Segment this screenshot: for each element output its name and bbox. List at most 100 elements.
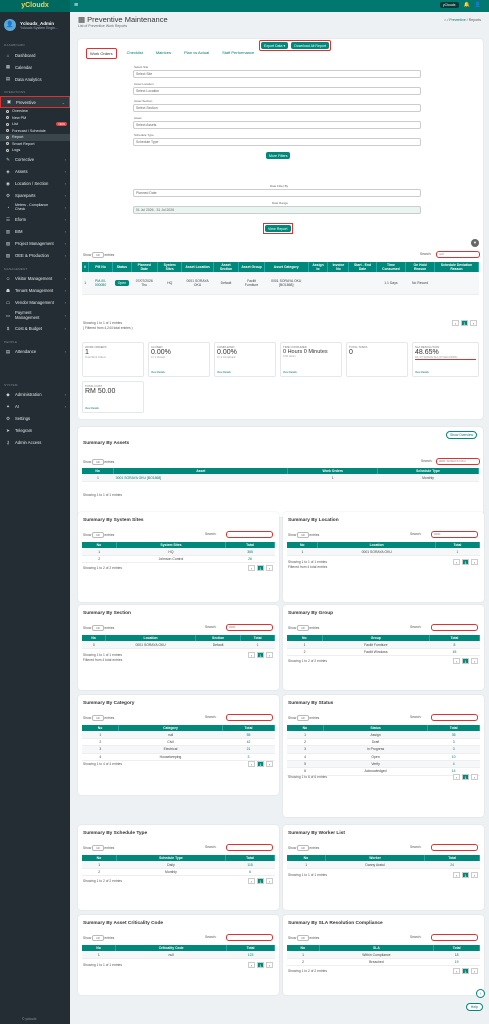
search-input[interactable] bbox=[226, 934, 273, 941]
table-row[interactable]: 2 Draft 3 bbox=[287, 738, 480, 747]
tab-checklist[interactable]: Checklist bbox=[124, 48, 146, 59]
sidebar-item-administration[interactable]: ◆ Administration › bbox=[0, 389, 70, 401]
length-control[interactable]: Show 10 entries bbox=[83, 715, 114, 721]
help-button[interactable]: Help bbox=[465, 1003, 483, 1011]
length-control[interactable]: Show 10 entries bbox=[83, 459, 114, 465]
sidebar-item-attendance[interactable]: ▤ Attendance › bbox=[0, 346, 70, 358]
view-details-link[interactable]: View Details bbox=[217, 371, 231, 374]
breadcrumb-preventive[interactable]: Preventive bbox=[449, 18, 466, 22]
sidebar-item-meters[interactable]: ◔ Meters - Compliance Check › bbox=[0, 202, 70, 214]
filter-icon[interactable]: ▼ bbox=[471, 239, 479, 247]
sidebar-item-settings[interactable]: ⚙ Settings bbox=[0, 413, 70, 425]
sidebar-sub-list[interactable]: List NEW bbox=[0, 121, 70, 128]
search-input[interactable] bbox=[431, 624, 478, 631]
wo-length-control[interactable]: Show 10 entries bbox=[83, 252, 114, 258]
table-row[interactable]: 2 Monthly 6 bbox=[82, 868, 275, 877]
sidebar-item-calendar[interactable]: ▦ Calendar bbox=[0, 61, 70, 73]
view-details-link[interactable]: View Details bbox=[151, 371, 165, 374]
length-control[interactable]: Show 10 entries bbox=[83, 625, 114, 631]
search-input[interactable] bbox=[226, 531, 273, 538]
sidebar-item-data-analytics[interactable]: ▤ Data Analytics bbox=[0, 73, 70, 85]
table-row[interactable]: 3 In Progress 3 bbox=[287, 745, 480, 754]
scroll-top-icon[interactable]: ↑ bbox=[476, 989, 485, 998]
breadcrumb-home-icon[interactable]: ⌂ bbox=[444, 18, 446, 22]
search-input[interactable]: 0001 bbox=[226, 624, 273, 631]
show-overview-button[interactable]: Show Overview bbox=[446, 431, 477, 439]
table-row[interactable]: 2 Johnson Control 26 bbox=[82, 555, 275, 564]
table-row[interactable]: 1 null 123 bbox=[82, 951, 275, 959]
sidebar-item-dashboard[interactable]: ⌂ Dashboard bbox=[0, 49, 70, 61]
more-filters-button[interactable]: More Filters bbox=[266, 152, 291, 159]
length-control[interactable]: Show 10 entries bbox=[288, 625, 319, 631]
table-row[interactable]: 1 PM-00-000080 Open 07/07/2026 Thu HQ 0001… bbox=[82, 272, 479, 295]
sidebar-item-oee[interactable]: ▨ OEE & Production › bbox=[0, 250, 70, 262]
view-details-link[interactable]: View Details bbox=[415, 371, 429, 374]
table-row[interactable]: 2 Facilit Windows 45 bbox=[287, 648, 480, 657]
wo-search-input[interactable]: null bbox=[436, 251, 480, 258]
table-row[interactable]: 1 Danny Aratul 24 bbox=[287, 861, 480, 869]
sidebar-item-admin-access[interactable]: ⚷ Admin Access bbox=[0, 437, 70, 449]
search-input[interactable] bbox=[431, 844, 478, 851]
search-input[interactable] bbox=[431, 934, 478, 941]
sidebar-item-bim[interactable]: ▥ BIM › bbox=[0, 226, 70, 238]
search-input[interactable] bbox=[226, 714, 273, 721]
sidebar-item-vendor[interactable]: ☖ Vendor Management › bbox=[0, 297, 70, 309]
table-row[interactable]: 0 0001 SORAYA OKU Default 1 bbox=[82, 641, 275, 649]
table-row[interactable]: 1 0001 SORAYA OKU [BO1868] 1 Monthly bbox=[82, 474, 479, 482]
export-data-button[interactable]: Export Data ▾ bbox=[261, 42, 289, 49]
sidebar-item-corrective[interactable]: ✎ Corrective › bbox=[0, 154, 70, 166]
length-control[interactable]: Show 10 entries bbox=[288, 845, 319, 851]
date-filter-by-select[interactable]: Planned Date bbox=[133, 189, 421, 197]
location-select[interactable]: Select Location bbox=[133, 87, 421, 95]
download-all-report-button[interactable]: Download All Report bbox=[291, 42, 329, 49]
length-control[interactable]: Show 10 entries bbox=[288, 715, 319, 721]
pm-number-link[interactable]: PM-00-000080 bbox=[88, 272, 113, 295]
table-row[interactable]: 1 null 55 bbox=[82, 731, 275, 739]
sidebar-item-eform[interactable]: ☰ Eform › bbox=[0, 214, 70, 226]
length-control[interactable]: Show 10 entries bbox=[83, 935, 114, 941]
table-row[interactable]: 2 Civil 42 bbox=[82, 738, 275, 747]
length-control[interactable]: Show 10 entries bbox=[288, 935, 319, 941]
table-row[interactable]: 1 HQ 365 bbox=[82, 548, 275, 556]
sidebar-item-location[interactable]: ◉ Location / Section › bbox=[0, 178, 70, 190]
sidebar-item-visitor[interactable]: ☺ Visitor Management › bbox=[0, 273, 70, 285]
sidebar-item-spareparts[interactable]: ⚙ Spareparts › bbox=[0, 190, 70, 202]
sidebar-item-preventive[interactable]: ▣ Preventive ⌄ bbox=[0, 96, 70, 108]
table-row[interactable]: 3 Electrical 21 bbox=[82, 745, 275, 754]
table-row[interactable]: 2 Breached 19 bbox=[287, 958, 480, 967]
asset-select[interactable]: Select Assets bbox=[133, 121, 421, 129]
sidebar-item-cost[interactable]: $ Cost & Budget › bbox=[0, 323, 70, 335]
user-icon[interactable]: 👤 bbox=[475, 2, 481, 8]
tab-staff-performance[interactable]: Staff Performance bbox=[219, 48, 257, 59]
length-control[interactable]: Show 10 entries bbox=[288, 532, 319, 538]
section-select[interactable]: Select Section bbox=[133, 104, 421, 112]
menu-toggle-icon[interactable]: ≡ bbox=[74, 2, 78, 10]
table-row[interactable]: 1 Assign 35 bbox=[287, 731, 480, 739]
user-panel[interactable]: 👤 Ycloudx_Admin Ycloudx System Engin... bbox=[0, 12, 70, 38]
sidebar-item-payment[interactable]: ▭ Payment Management › bbox=[0, 309, 70, 323]
sidebar-item-assets[interactable]: ◈ Assets › bbox=[0, 166, 70, 178]
search-input[interactable]: 0001 SORAYA OKU bbox=[436, 458, 480, 465]
search-input[interactable]: 0001 bbox=[431, 531, 478, 538]
sidebar-item-project[interactable]: ▧ Project Management › bbox=[0, 238, 70, 250]
table-row[interactable]: 1 0001 SORAYA OKU 1 bbox=[287, 548, 480, 556]
length-control[interactable]: Show 10 entries bbox=[83, 845, 114, 851]
bell-icon[interactable]: 🔔 bbox=[464, 2, 470, 8]
table-row[interactable]: 5 Verify 4 bbox=[287, 760, 480, 769]
table-row[interactable]: 4 Housekeeping 3 bbox=[82, 753, 275, 761]
tab-matrices[interactable]: Matrices bbox=[153, 48, 174, 59]
search-input[interactable] bbox=[431, 714, 478, 721]
date-range-input[interactable]: 01 Jul 2026 - 31 Jul 2026 bbox=[133, 206, 421, 214]
length-control[interactable]: Show 10 entries bbox=[83, 532, 114, 538]
sidebar-item-tenant[interactable]: ☗ Tenant Management › bbox=[0, 285, 70, 297]
site-select[interactable]: Select Site bbox=[133, 70, 421, 78]
brand-badge[interactable]: yCloudx bbox=[439, 2, 459, 8]
view-report-button[interactable]: View Report bbox=[263, 223, 293, 234]
sidebar-item-telegram[interactable]: ➤ Telegram bbox=[0, 425, 70, 437]
tab-work-orders[interactable]: Work Orders bbox=[86, 48, 117, 59]
schedule-type-select[interactable]: Schedule Type bbox=[133, 138, 421, 146]
table-row[interactable]: 1 Daily 115 bbox=[82, 861, 275, 869]
table-row[interactable]: 4 Open 10 bbox=[287, 753, 480, 761]
table-row[interactable]: 1 Within Compliance 18 bbox=[287, 951, 480, 959]
sidebar-item-ai[interactable]: ✦ AI › bbox=[0, 401, 70, 413]
